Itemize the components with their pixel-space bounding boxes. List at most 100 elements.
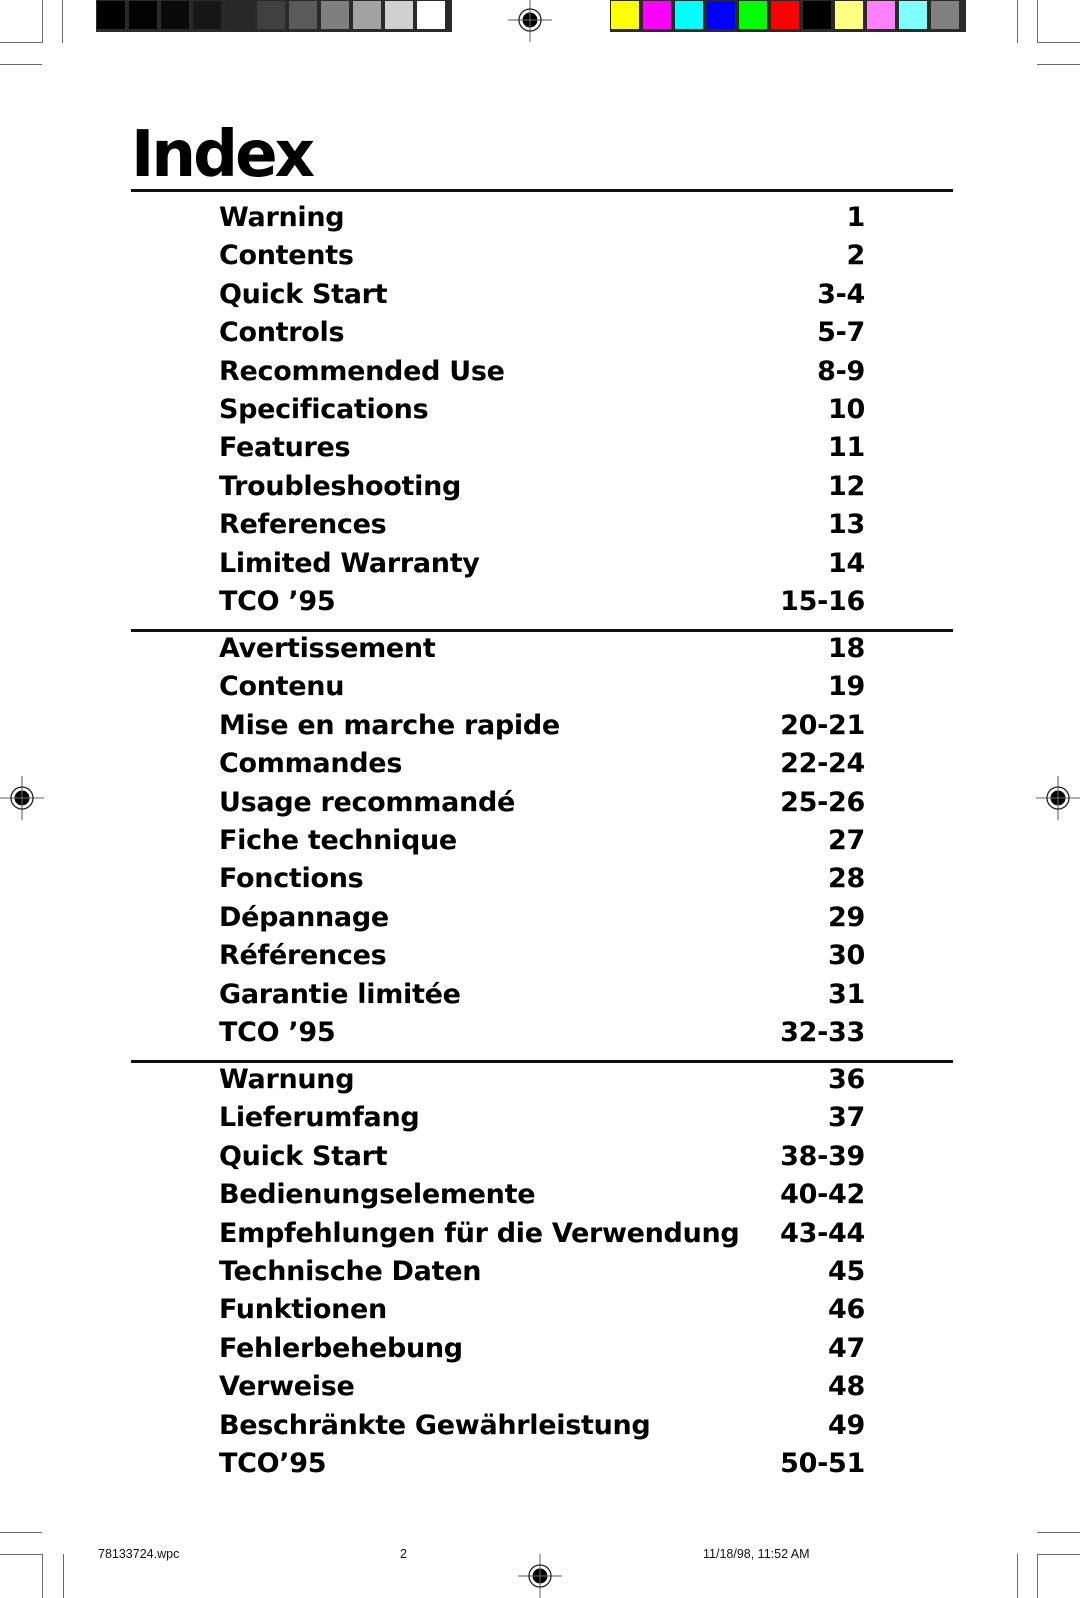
gray-swatch	[417, 1, 445, 29]
index-entry: TCO ’95 32-33	[219, 1017, 865, 1055]
index-entry-page: 45	[828, 1255, 865, 1287]
index-entry-label: Warning	[219, 202, 345, 233]
index-entry: Specifications 10	[219, 394, 865, 432]
index-entry-label: Contents	[219, 240, 354, 272]
color-swatch	[643, 1, 671, 29]
index-entry-page: 12	[828, 470, 865, 502]
gray-swatch	[161, 1, 189, 29]
index-entry-page: 28	[828, 863, 865, 895]
index-entry: Empfehlungen für die Verwendung 43-44	[219, 1218, 865, 1256]
index-entry: Fehlerbehebung 47	[219, 1333, 865, 1371]
index-entry-page: 3-4	[817, 278, 865, 310]
index-entry-label: Limited Warranty	[219, 547, 480, 579]
footer-filename: 78133724.wpc	[98, 1547, 180, 1561]
index-entry: Contents 2	[219, 240, 865, 278]
registration-mark-icon	[0, 776, 44, 820]
index-entry: Verweise 48	[219, 1371, 865, 1409]
index-entry-page: 30	[828, 940, 865, 972]
crop-mark	[63, 1554, 64, 1598]
index-entry-label: Funktionen	[219, 1294, 387, 1326]
gray-swatch	[353, 1, 381, 29]
color-swatch	[771, 1, 799, 29]
crop-mark	[42, 1554, 43, 1598]
gray-swatch	[257, 1, 285, 29]
index-entry-label: Dépannage	[219, 901, 389, 933]
index-entry-label: Garantie limitée	[219, 978, 461, 1010]
index-entry-label: Fiche technique	[219, 824, 457, 856]
index-entry: Warnung 36	[219, 1064, 865, 1102]
index-entry-page: 8-9	[817, 355, 865, 387]
index-entry: Mise en marche rapide 20-21	[219, 710, 865, 748]
index-entry: Troubleshooting 12	[219, 471, 865, 509]
crop-mark	[1037, 42, 1080, 43]
index-entry: Lieferumfang 37	[219, 1102, 865, 1140]
gray-swatch	[289, 1, 317, 29]
index-entry-page: 2	[846, 240, 866, 272]
index-entry-label: Mise en marche rapide	[219, 709, 560, 741]
index-entry: Commandes 22-24	[219, 748, 865, 786]
index-entry-label: Fonctions	[219, 863, 364, 895]
crop-mark	[1037, 1532, 1080, 1533]
index-entry: Controls 5-7	[219, 317, 865, 355]
crop-mark	[1037, 1554, 1038, 1598]
index-entry-label: Empfehlungen für die Verwendung	[219, 1217, 740, 1249]
index-entry-page: 49	[828, 1409, 865, 1441]
index-section-german: Warnung 36 Lieferumfang 37 Quick Start 38-39 B…	[219, 1064, 865, 1486]
registration-mark-icon	[1036, 776, 1080, 820]
index-entry-page: 37	[828, 1102, 865, 1134]
crop-mark	[1017, 0, 1018, 43]
footer-page-number: 2	[400, 1547, 407, 1561]
section-divider	[131, 1060, 953, 1063]
index-entry-label: Beschränkte Gewährleistung	[219, 1409, 651, 1441]
index-entry-label: Verweise	[219, 1371, 355, 1403]
index-entry: TCO’95 50-51	[219, 1448, 865, 1486]
index-entry: Contenu 19	[219, 671, 865, 709]
index-entry-page: 13	[828, 509, 865, 541]
index-entry-label: Bedienungselemente	[219, 1179, 536, 1211]
index-entry: Fiche technique 27	[219, 825, 865, 863]
index-entry-page: 40-42	[780, 1179, 865, 1211]
crop-mark	[0, 1532, 42, 1533]
index-entry-label: References	[219, 509, 387, 541]
index-entry-page: 46	[828, 1294, 865, 1326]
page-title: Index	[131, 118, 315, 192]
index-entry: Dépannage 29	[219, 902, 865, 940]
index-entry-label: Technische Daten	[219, 1255, 482, 1287]
crop-mark	[42, 0, 43, 43]
color-calibration-bar	[610, 0, 966, 32]
index-entry-page: 19	[828, 671, 865, 703]
index-entry-page: 11	[828, 432, 865, 464]
color-swatch	[675, 1, 703, 29]
index-entry-page: 43-44	[780, 1217, 865, 1249]
index-entry: Avertissement 18	[219, 633, 865, 671]
index-entry-page: 32-33	[780, 1016, 865, 1048]
index-entry: TCO ’95 15-16	[219, 586, 865, 624]
color-swatch	[739, 1, 767, 29]
index-entry-label: Avertissement	[219, 633, 436, 664]
gray-swatch	[193, 1, 221, 29]
crop-mark	[1017, 1554, 1018, 1598]
index-entry: Fonctions 28	[219, 863, 865, 901]
index-entry: Technische Daten 45	[219, 1256, 865, 1294]
index-section-english: Warning 1 Contents 2 Quick Start 3-4 Controls 5…	[219, 202, 865, 624]
footer-timestamp: 11/18/98, 11:52 AM	[703, 1547, 810, 1561]
registration-mark-icon	[508, 0, 552, 42]
gray-swatch	[385, 1, 413, 29]
color-swatch	[899, 1, 927, 29]
crop-mark	[0, 1554, 42, 1555]
color-swatch	[803, 1, 831, 29]
crop-mark	[1037, 64, 1080, 65]
index-entry: Quick Start 38-39	[219, 1141, 865, 1179]
index-entry-page: 22-24	[780, 748, 865, 780]
index-entry-page: 36	[828, 1064, 865, 1095]
index-entry: Beschränkte Gewährleistung 49	[219, 1410, 865, 1448]
index-entry: References 13	[219, 509, 865, 547]
index-entry-label: TCO’95	[219, 1447, 327, 1479]
index-entry-page: 25-26	[780, 786, 865, 818]
index-entry-page: 47	[828, 1332, 865, 1364]
registration-mark-icon	[518, 1554, 562, 1598]
index-entry: Garantie limitée 31	[219, 979, 865, 1017]
crop-mark	[1037, 0, 1038, 43]
index-entry-label: Lieferumfang	[219, 1102, 420, 1134]
index-section-french: Avertissement 18 Contenu 19 Mise en marche r…	[219, 633, 865, 1055]
